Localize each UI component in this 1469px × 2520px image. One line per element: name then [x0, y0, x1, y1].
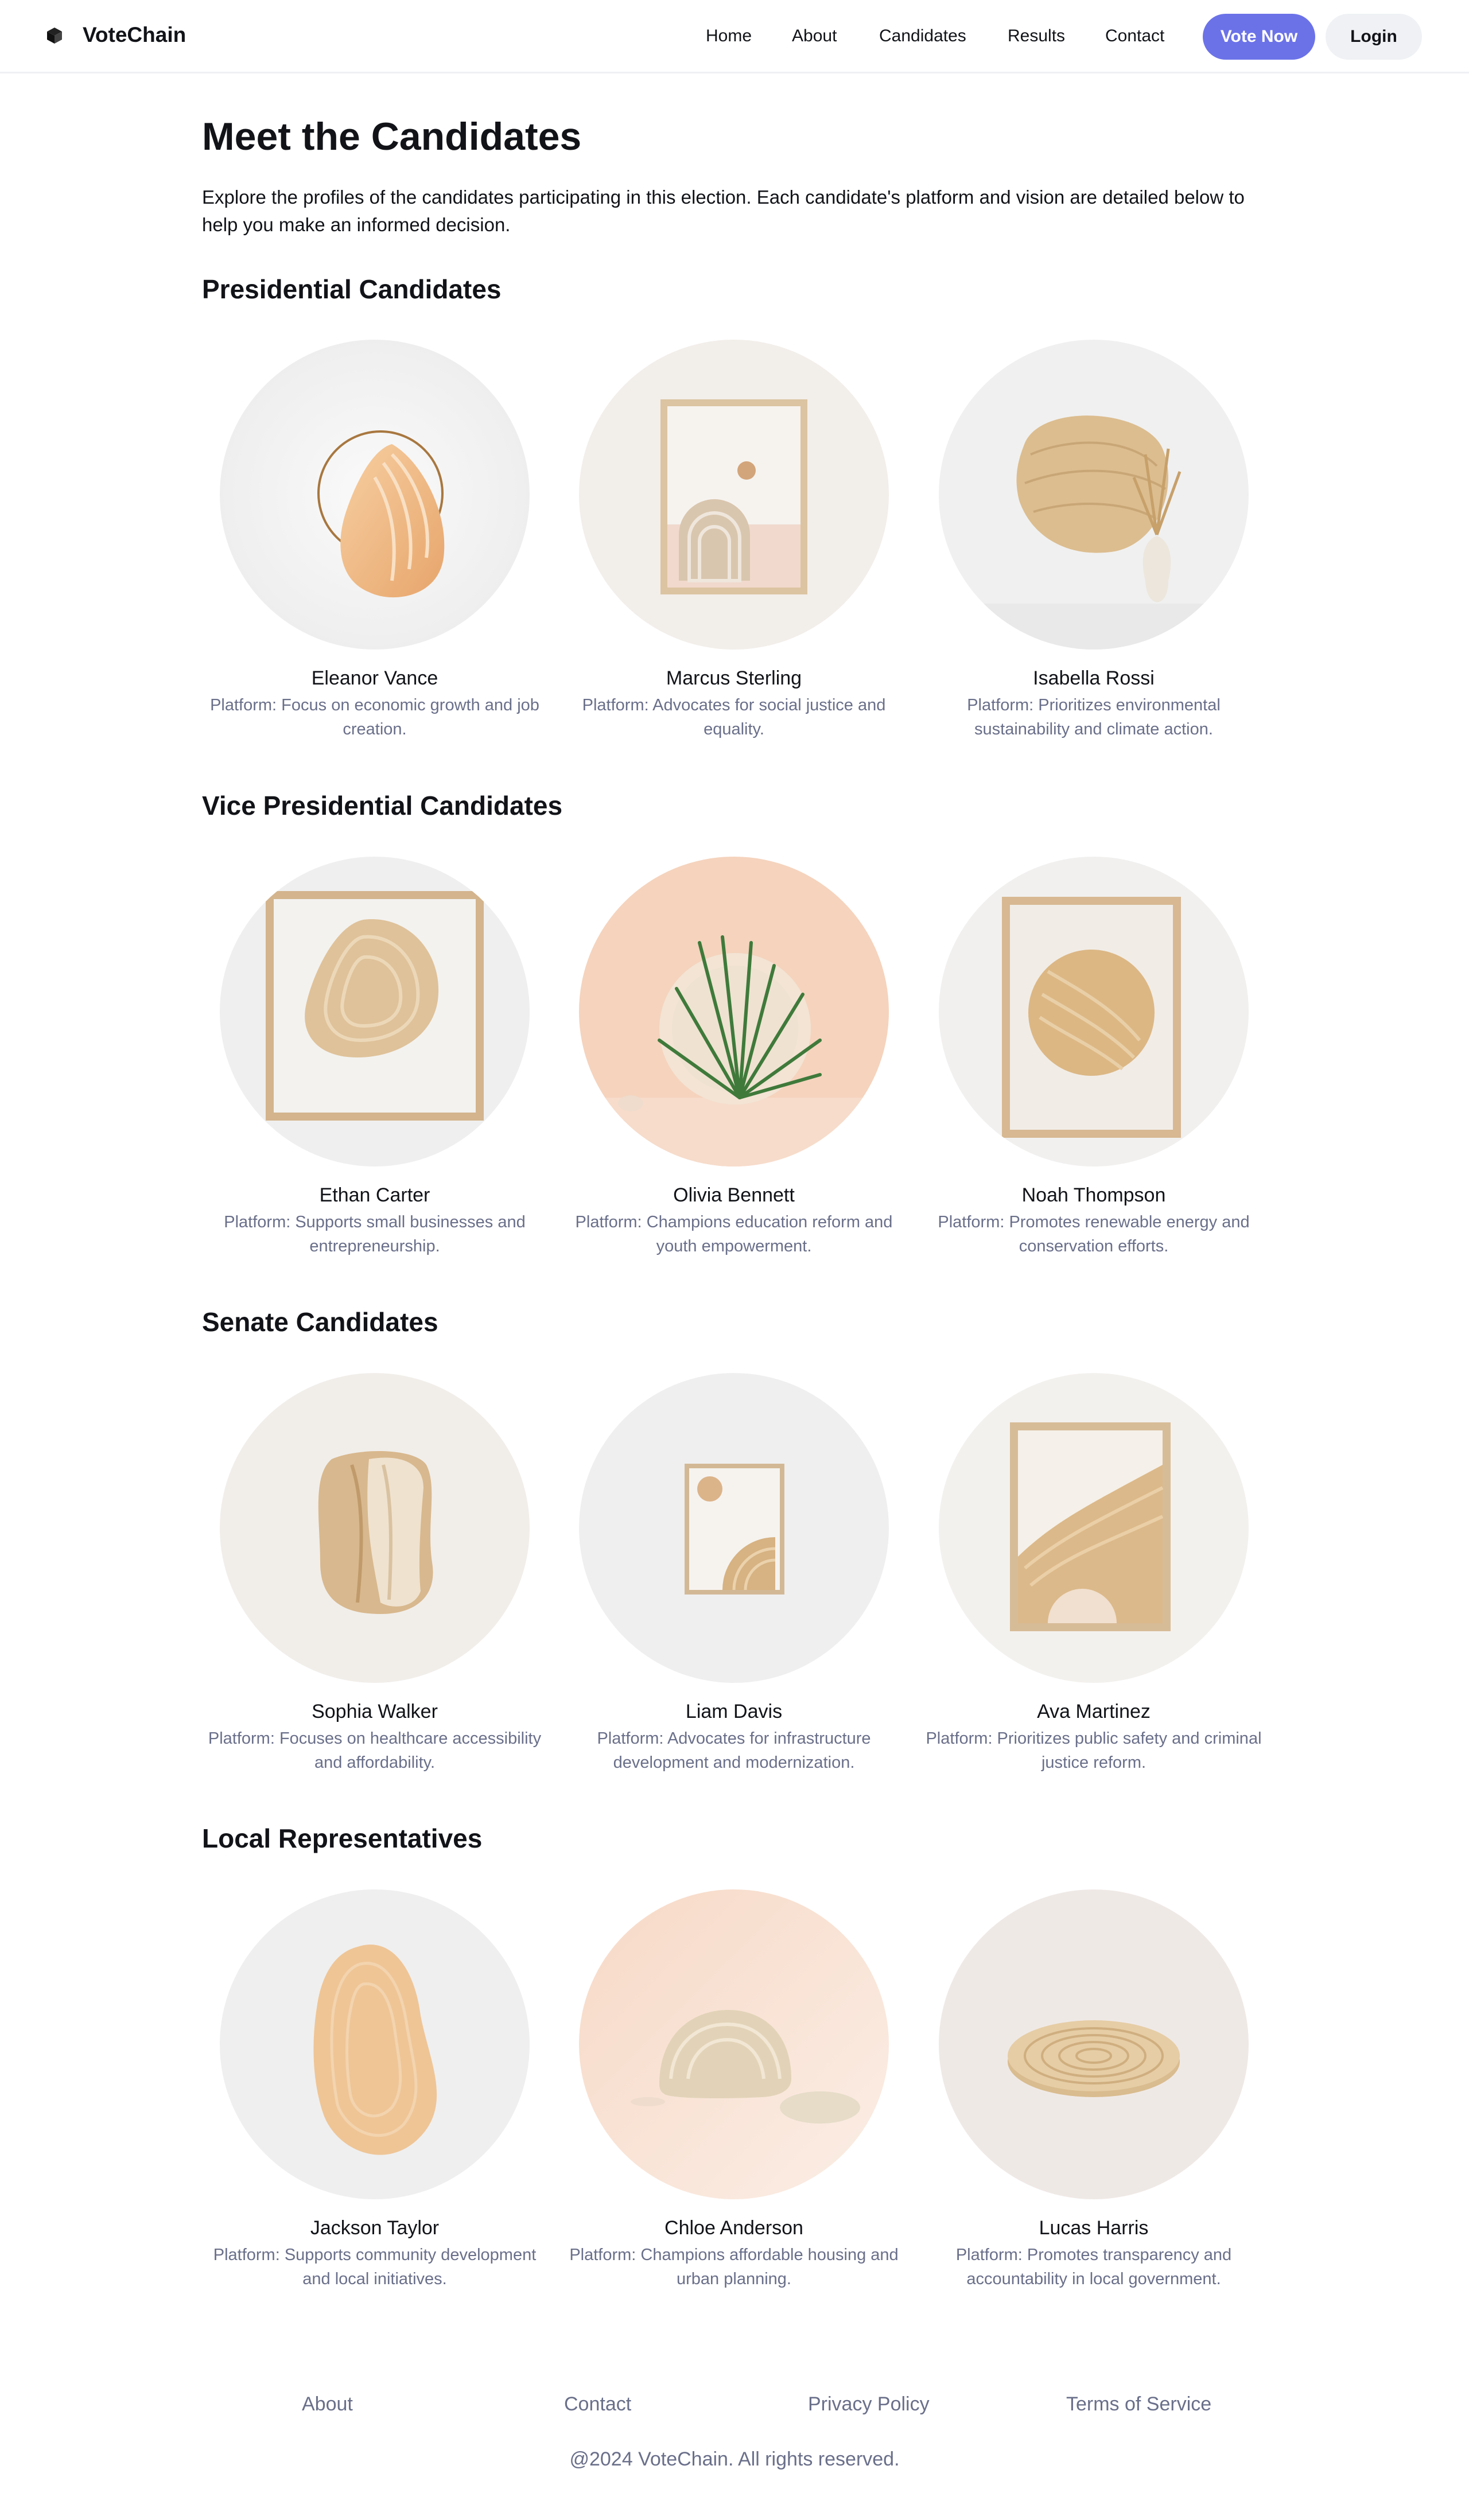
candidate-name: Jackson Taylor: [310, 2217, 440, 2239]
nav-about[interactable]: About: [792, 25, 837, 47]
framed-wave-print-art: [939, 1373, 1249, 1683]
candidate-portrait[interactable]: [939, 857, 1249, 1166]
candidate-platform: Platform: Advocates for infrastructure d…: [597, 1729, 871, 1772]
candidate-platform: Platform: Focuses on healthcare accessib…: [208, 1729, 542, 1772]
shell-stones-art: [579, 1889, 889, 2199]
nav-candidates[interactable]: Candidates: [879, 25, 966, 47]
candidate-portrait[interactable]: [939, 340, 1249, 650]
nav-contact[interactable]: Contact: [1105, 25, 1164, 47]
nav-home[interactable]: Home: [706, 25, 752, 47]
candidate-name: Olivia Bennett: [673, 1184, 795, 1206]
copyright-text: @2024 VoteChain. All rights reserved.: [569, 2448, 900, 2470]
section-title-senate: Senate Candidates: [202, 1307, 438, 1337]
candidate-portrait[interactable]: [579, 1889, 889, 2199]
candidate-card[interactable]: Noah Thompson Platform: Promotes renewab…: [922, 857, 1266, 1258]
candidate-card[interactable]: Chloe Anderson Platform: Champions affor…: [562, 1889, 906, 2291]
candidate-name: Ava Martinez: [1037, 1701, 1151, 1722]
small-framed-print-art: [579, 1373, 889, 1683]
candidate-card[interactable]: Liam Davis Platform: Advocates for infra…: [562, 1373, 906, 1775]
candidate-card[interactable]: Isabella Rossi Platform: Prioritizes env…: [922, 340, 1266, 741]
section-title-presidential: Presidential Candidates: [202, 274, 502, 304]
candidate-platform: Platform: Supports small businesses and …: [224, 1213, 526, 1255]
candidate-portrait[interactable]: [220, 857, 530, 1166]
candidate-platform: Platform: Prioritizes environmental sust…: [967, 696, 1221, 738]
candidate-platform: Platform: Promotes renewable energy and …: [938, 1213, 1250, 1255]
page-title: Meet the Candidates: [202, 115, 582, 158]
login-button[interactable]: Login: [1326, 14, 1422, 60]
candidate-name: Lucas Harris: [1039, 2217, 1149, 2239]
candidate-name: Marcus Sterling: [666, 667, 802, 689]
footer-link-about[interactable]: About: [302, 2391, 353, 2417]
top-navigation-bar: VoteChain Home About Candidates Results …: [0, 0, 1469, 73]
footer-link-contact[interactable]: Contact: [564, 2391, 631, 2417]
candidate-portrait[interactable]: [220, 1373, 530, 1683]
candidate-card[interactable]: Jackson Taylor Platform: Supports commun…: [203, 1889, 547, 2291]
candidate-portrait[interactable]: [579, 857, 889, 1166]
wood-panel-vase-art: [939, 340, 1249, 650]
candidate-name: Sophia Walker: [312, 1701, 438, 1722]
candidate-portrait[interactable]: [579, 340, 889, 650]
candidate-platform: Platform: Promotes transparency and acco…: [955, 2246, 1232, 2288]
candidate-name: Eleanor Vance: [311, 667, 438, 689]
candidate-portrait[interactable]: [939, 1889, 1249, 2199]
wood-blob-art: [220, 1889, 530, 2199]
candidate-card[interactable]: Marcus Sterling Platform: Advocates for …: [562, 340, 906, 741]
palm-leaf-disc-art: [579, 857, 889, 1166]
candidate-platform: Platform: Advocates for social justice a…: [582, 696, 886, 738]
candidate-card[interactable]: Ava Martinez Platform: Prioritizes publi…: [922, 1373, 1266, 1775]
candidate-platform: Platform: Supports community development…: [213, 2246, 537, 2288]
framed-arch-print-art: [579, 340, 889, 650]
app-logo-text[interactable]: VoteChain: [83, 22, 186, 48]
footer-link-terms[interactable]: Terms of Service: [1066, 2391, 1211, 2417]
section-title-local: Local Representatives: [202, 1823, 483, 1853]
cube-icon: [47, 28, 62, 44]
section-title-vice-presidential: Vice Presidential Candidates: [202, 791, 563, 820]
nav-results[interactable]: Results: [1008, 25, 1065, 47]
candidate-portrait[interactable]: [220, 1889, 530, 2199]
candidate-name: Liam Davis: [685, 1701, 783, 1722]
candidate-card[interactable]: Sophia Walker Platform: Focuses on healt…: [203, 1373, 547, 1775]
candidate-card[interactable]: Olivia Bennett Platform: Champions educa…: [562, 857, 906, 1258]
coiled-disc-art: [939, 1889, 1249, 2199]
candidate-platform: Platform: Prioritizes public safety and …: [926, 1729, 1262, 1772]
page-intro: Explore the profiles of the candidates p…: [202, 186, 1245, 235]
candidate-platform: Platform: Champions education reform and…: [575, 1213, 893, 1255]
candidate-portrait[interactable]: [579, 1373, 889, 1683]
candidate-platform: Platform: Focus on economic growth and j…: [210, 696, 539, 738]
candidate-name: Chloe Anderson: [664, 2217, 803, 2239]
framed-wood-blob-art: [220, 857, 530, 1166]
candidate-name: Noah Thompson: [1021, 1184, 1166, 1206]
footer-link-privacy[interactable]: Privacy Policy: [808, 2391, 930, 2417]
candidate-portrait[interactable]: [939, 1373, 1249, 1683]
candidate-card[interactable]: Ethan Carter Platform: Supports small bu…: [203, 857, 547, 1258]
candidate-card[interactable]: Eleanor Vance Platform: Focus on economi…: [203, 340, 547, 741]
layered-wood-slab-art: [220, 1373, 530, 1683]
candidate-platform: Platform: Champions affordable housing a…: [569, 2246, 899, 2288]
candidate-portrait[interactable]: [220, 340, 530, 650]
shell-sculpture-art: [220, 340, 530, 650]
vote-now-button[interactable]: Vote Now: [1203, 14, 1315, 60]
candidate-card[interactable]: Lucas Harris Platform: Promotes transpar…: [922, 1889, 1266, 2291]
candidate-name: Ethan Carter: [319, 1184, 430, 1206]
candidate-name: Isabella Rossi: [1033, 667, 1155, 689]
framed-circle-print-art: [939, 857, 1249, 1166]
